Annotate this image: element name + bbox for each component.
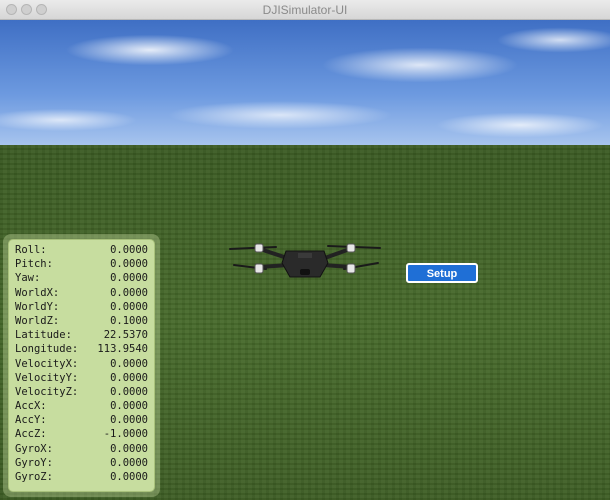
telemetry-row: VelocityY: 0.0000 xyxy=(15,371,148,385)
telemetry-row: WorldZ: 0.1000 xyxy=(15,314,148,328)
telemetry-row: VelocityX: 0.0000 xyxy=(15,357,148,371)
telemetry-label: VelocityZ: xyxy=(15,385,79,398)
telemetry-value: 22.5370 xyxy=(103,329,148,342)
telemetry-row: AccZ: -1.0000 xyxy=(15,427,148,441)
telemetry-row: Latitude: 22.5370 xyxy=(15,328,148,342)
telemetry-row: Yaw: 0.0000 xyxy=(15,271,148,285)
telemetry-row: Roll: 0.0000 xyxy=(15,243,148,257)
telemetry-label: VelocityY: xyxy=(15,371,79,384)
telemetry-row: GyroY: 0.0000 xyxy=(15,456,148,470)
simulator-viewport[interactable]: Setup Roll: 0.0000 Pitch: 0.0000 Yaw: 0.0000 W… xyxy=(0,20,610,500)
telemetry-value: 0.0000 xyxy=(110,258,148,271)
telemetry-value: 0.0000 xyxy=(110,385,148,398)
telemetry-value: 0.0000 xyxy=(110,300,148,313)
telemetry-value: 0.0000 xyxy=(110,442,148,455)
telemetry-value: 113.9540 xyxy=(97,343,148,356)
telemetry-value: -1.0000 xyxy=(103,428,148,441)
telemetry-label: WorldX: xyxy=(15,286,60,299)
telemetry-value: 0.0000 xyxy=(110,371,148,384)
telemetry-row: Pitch: 0.0000 xyxy=(15,257,148,271)
telemetry-row: GyroZ: 0.0000 xyxy=(15,470,148,484)
telemetry-label: Pitch: xyxy=(15,258,53,271)
telemetry-value: 0.0000 xyxy=(110,272,148,285)
telemetry-label: AccY: xyxy=(15,414,47,427)
telemetry-label: GyroX: xyxy=(15,442,53,455)
telemetry-value: 0.0000 xyxy=(110,414,148,427)
telemetry-label: WorldY: xyxy=(15,300,60,313)
telemetry-value: 0.0000 xyxy=(110,400,148,413)
telemetry-panel: Roll: 0.0000 Pitch: 0.0000 Yaw: 0.0000 WorldX:… xyxy=(3,234,160,497)
telemetry-label: Roll: xyxy=(15,244,47,256)
telemetry-value: 0.0000 xyxy=(110,286,148,299)
telemetry-row: WorldY: 0.0000 xyxy=(15,300,148,314)
telemetry-label: GyroY: xyxy=(15,456,53,469)
telemetry-value: 0.0000 xyxy=(110,357,148,370)
telemetry-list: Roll: 0.0000 Pitch: 0.0000 Yaw: 0.0000 WorldX:… xyxy=(8,239,155,492)
window-titlebar: DJISimulator-UI xyxy=(0,0,610,20)
telemetry-value: 0.0000 xyxy=(110,471,148,483)
telemetry-label: VelocityX: xyxy=(15,357,79,370)
telemetry-row: AccX: 0.0000 xyxy=(15,399,148,413)
telemetry-label: Latitude: xyxy=(15,329,72,342)
telemetry-value: 0.1000 xyxy=(110,314,148,327)
setup-button[interactable]: Setup xyxy=(406,263,478,283)
telemetry-value: 0.0000 xyxy=(110,456,148,469)
telemetry-row: VelocityZ: 0.0000 xyxy=(15,385,148,399)
telemetry-row: AccY: 0.0000 xyxy=(15,413,148,427)
telemetry-row: GyroX: 0.0000 xyxy=(15,442,148,456)
telemetry-row: Longitude: 113.9540 xyxy=(15,342,148,356)
sky xyxy=(0,20,610,145)
telemetry-label: GyroZ: xyxy=(15,471,53,483)
telemetry-row: WorldX: 0.0000 xyxy=(15,286,148,300)
telemetry-label: Longitude: xyxy=(15,343,79,356)
telemetry-label: Yaw: xyxy=(15,272,41,285)
telemetry-label: WorldZ: xyxy=(15,314,60,327)
drone-model xyxy=(229,243,381,278)
telemetry-label: AccZ: xyxy=(15,428,47,441)
telemetry-label: AccX: xyxy=(15,400,47,413)
window-title: DJISimulator-UI xyxy=(262,3,348,17)
telemetry-value: 0.0000 xyxy=(110,244,148,256)
